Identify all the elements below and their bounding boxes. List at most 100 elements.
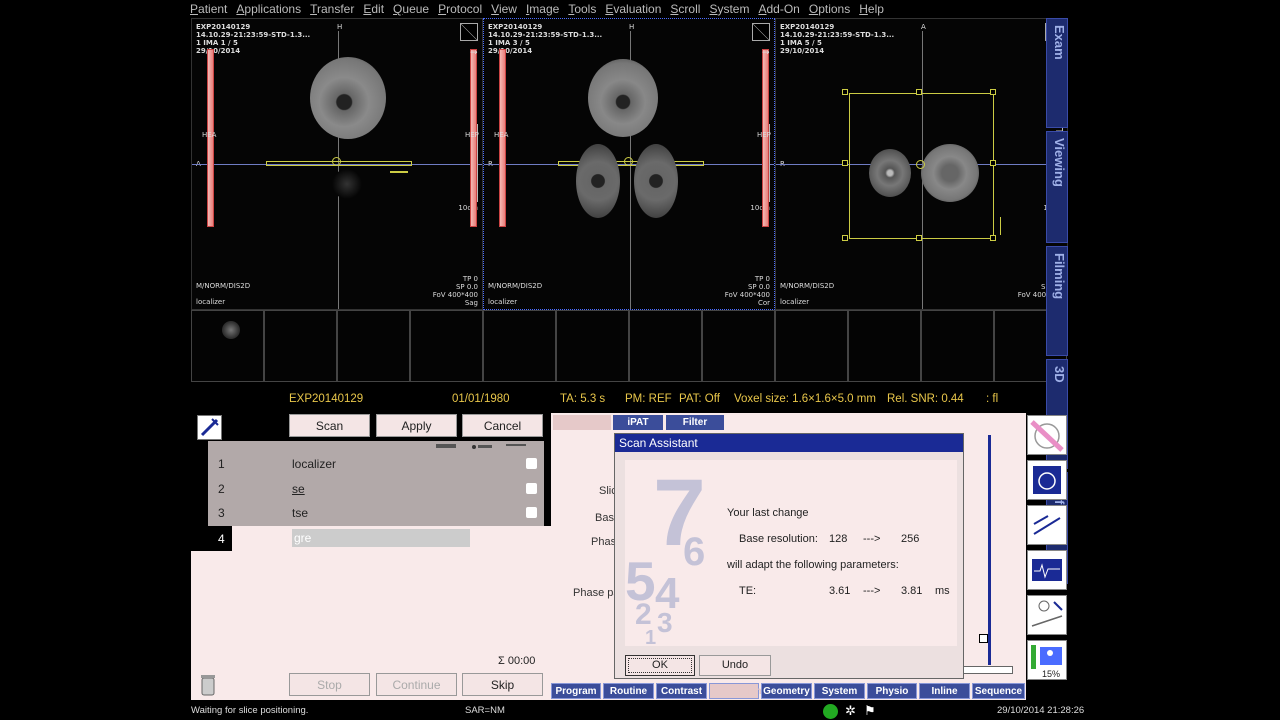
list-item[interactable]: 1 localizer [208, 452, 544, 476]
coil-load-icon[interactable]: 15% [1027, 640, 1067, 680]
tab-routine[interactable]: Routine [603, 683, 654, 699]
menu-item-view[interactable]: View [491, 0, 517, 17]
scan-assistant-dialog[interactable]: Scan Assistant 7 6 5 4 2 3 1 Your last c… [614, 433, 964, 679]
menu-item-help[interactable]: Help [859, 0, 884, 17]
tab-ipat[interactable]: iPAT [613, 415, 663, 430]
resize-handle[interactable] [842, 235, 848, 241]
thumbnail[interactable] [410, 310, 483, 382]
menu-item-evaluation[interactable]: Evaluation [605, 0, 661, 17]
menu-item-applications[interactable]: Applications [236, 0, 301, 17]
tab-program[interactable]: Program [551, 683, 601, 699]
menu-item-tools[interactable]: Tools [568, 0, 596, 17]
new-value: 256 [901, 533, 920, 545]
trash-icon[interactable] [199, 673, 217, 697]
svg-text:3: 3 [657, 607, 673, 638]
thumbnail[interactable] [775, 310, 848, 382]
thumbnail[interactable] [337, 310, 410, 382]
viewport-sagittal[interactable]: EXP20140129 14.10.29-21:23:59-STD-1.3...… [191, 18, 483, 310]
syringe-icon[interactable] [197, 415, 222, 440]
resize-handle[interactable] [916, 89, 922, 95]
tab-inline[interactable]: Inline [919, 683, 970, 699]
cancel-button[interactable]: Cancel [462, 414, 543, 437]
arrow-icon: → [470, 48, 478, 58]
positioning-icon[interactable] [1027, 505, 1067, 545]
status-icon [526, 458, 537, 469]
menu-item-system[interactable]: System [709, 0, 749, 17]
thumbnail[interactable] [483, 310, 556, 382]
ok-button[interactable]: OK [625, 655, 695, 676]
organ-image [576, 144, 620, 218]
tab-geometry[interactable]: Geometry [761, 683, 812, 699]
tab-physio[interactable]: Physio [867, 683, 917, 699]
param-label: Phas [591, 536, 617, 548]
tab-sequence[interactable]: Sequence [972, 683, 1025, 699]
tab-common[interactable] [553, 415, 611, 430]
tab-filter[interactable]: Filter [666, 415, 724, 430]
resize-handle[interactable] [842, 89, 848, 95]
image-header-text: EXP20140129 14.10.29-21:23:59-STD-1.3...… [780, 23, 895, 55]
resize-handle[interactable] [990, 160, 996, 166]
menu-item-options[interactable]: Options [809, 0, 850, 17]
menu-item-image[interactable]: Image [526, 0, 559, 17]
tab-exam[interactable]: Exam [1046, 18, 1068, 128]
list-item[interactable]: 2 se [208, 477, 544, 501]
side-label: HEA [494, 131, 509, 139]
head-protocol-icon[interactable] [1027, 415, 1067, 455]
side-label-right: HEP [757, 131, 771, 139]
apply-button[interactable]: Apply [376, 414, 457, 437]
thumbnail[interactable] [629, 310, 702, 382]
resize-handle[interactable] [990, 235, 996, 241]
corner-toggle-icon[interactable] [752, 23, 770, 41]
old-value: 3.61 [829, 585, 851, 597]
tab-filming[interactable]: Filming [1046, 246, 1068, 356]
viewport-transversal[interactable]: EXP20140129 14.10.29-21:23:59-STD-1.3...… [775, 18, 1068, 310]
tab-system[interactable]: System [814, 683, 865, 699]
skip-button[interactable]: Skip [462, 673, 543, 696]
dialog-title: Scan Assistant [615, 434, 963, 452]
waveform-icon[interactable] [1027, 550, 1067, 590]
thumbnail[interactable] [702, 310, 775, 382]
menu-item-queue[interactable]: Queue [393, 0, 429, 17]
undo-button[interactable]: Undo [699, 655, 771, 676]
head-view-icon[interactable] [1027, 460, 1067, 500]
thumbnail[interactable] [191, 310, 264, 382]
scan-button[interactable]: Scan [289, 414, 370, 437]
stop-button[interactable]: Stop [289, 673, 370, 696]
thumbnail[interactable] [556, 310, 629, 382]
scroll-track[interactable] [988, 435, 991, 665]
slice-center-handle[interactable] [332, 157, 341, 166]
tab-viewing[interactable]: Viewing [1046, 131, 1068, 243]
corner-toggle-icon[interactable] [460, 23, 478, 41]
resize-handle[interactable] [990, 89, 996, 95]
thumbnail[interactable] [264, 310, 337, 382]
image-info-bottom-left: M/NORM/DIS2D localizer [780, 282, 835, 306]
list-item-active[interactable]: 4 🏃 gre [208, 526, 551, 551]
continue-button[interactable]: Continue [376, 673, 457, 696]
scroll-bar[interactable] [963, 666, 1013, 674]
menu-item-transfer[interactable]: Transfer [310, 0, 354, 17]
thumbnail[interactable] [921, 310, 994, 382]
old-value: 128 [829, 533, 848, 545]
menu-item-patient[interactable]: Patient [190, 0, 227, 17]
slice-center-handle[interactable] [624, 157, 633, 166]
viewport-coronal[interactable]: EXP20140129 14.10.29-21:23:59-STD-1.3...… [483, 18, 775, 310]
thumbnail[interactable] [848, 310, 921, 382]
resize-handle[interactable] [842, 160, 848, 166]
resize-handle[interactable] [916, 235, 922, 241]
menu-item-scroll[interactable]: Scroll [670, 0, 700, 17]
menu-item-addon[interactable]: Add-On [758, 0, 799, 17]
menu-item-edit[interactable]: Edit [363, 0, 384, 17]
list-item[interactable]: 3 tse [208, 501, 544, 525]
param-name: Base resolution: [739, 533, 818, 545]
sequence-name-input[interactable]: gre [292, 529, 470, 547]
scroll-thumb[interactable] [979, 634, 988, 643]
tab-contrast[interactable]: Contrast [656, 683, 707, 699]
param-label: Phase pa [573, 587, 620, 599]
menu-item-protocol[interactable]: Protocol [438, 0, 482, 17]
tab-resolution[interactable]: Resolution [709, 683, 762, 699]
protocol-status-line: EXP20140129 01/01/1980 TA: 5.3 s PM: REF… [191, 385, 1068, 413]
organ-image-shadow [332, 169, 362, 199]
slice-center-handle[interactable] [916, 160, 925, 169]
dialog-body: 7 6 5 4 2 3 1 Your last change Base reso… [625, 460, 957, 646]
patient-table-icon[interactable] [1027, 595, 1067, 635]
